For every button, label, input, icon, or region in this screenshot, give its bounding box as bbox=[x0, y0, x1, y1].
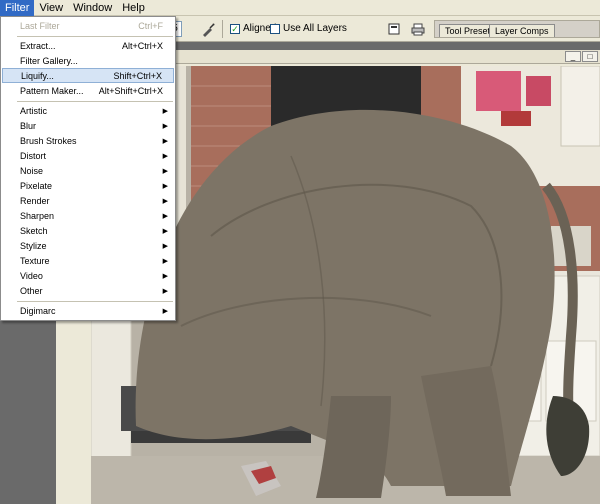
menu-item-label: Sharpen bbox=[20, 211, 55, 221]
submenu-arrow-icon: ▶ bbox=[162, 273, 168, 280]
menu-item-render[interactable]: Render ▶ bbox=[2, 194, 174, 209]
menu-item-label: Extract... bbox=[20, 41, 56, 51]
palette-well: Tool Presets Layer Comps bbox=[434, 20, 600, 38]
submenu-arrow-icon: ▶ bbox=[162, 243, 168, 250]
menu-item-texture[interactable]: Texture ▶ bbox=[2, 254, 174, 269]
menu-item-label: Blur bbox=[20, 121, 37, 131]
menu-item-sharpen[interactable]: Sharpen ▶ bbox=[2, 209, 174, 224]
menu-item-label: Stylize bbox=[20, 241, 47, 251]
printer-icon bbox=[411, 23, 425, 35]
menu-item-last-filter[interactable]: Last Filter Ctrl+F bbox=[2, 19, 174, 34]
menu-item-blur[interactable]: Blur ▶ bbox=[2, 119, 174, 134]
tab-layer-comps[interactable]: Layer Comps bbox=[489, 24, 555, 37]
menu-item-extract[interactable]: Extract... Alt+Ctrl+X bbox=[2, 39, 174, 54]
submenu-arrow-icon: ▶ bbox=[162, 198, 168, 205]
airbrush-icon bbox=[203, 23, 215, 37]
use-all-layers-box bbox=[270, 23, 280, 34]
menu-separator bbox=[17, 301, 173, 302]
menu-item-label: Filter Gallery... bbox=[20, 56, 78, 66]
menu-item-noise[interactable]: Noise ▶ bbox=[2, 164, 174, 179]
menu-item-liquify[interactable]: Liquify... Shift+Ctrl+X bbox=[2, 68, 174, 83]
menu-item-label: Distort bbox=[20, 151, 47, 161]
maximize-button[interactable]: □ bbox=[582, 51, 598, 62]
menu-item-brush-strokes[interactable]: Brush Strokes ▶ bbox=[2, 134, 174, 149]
airbrush-button[interactable] bbox=[199, 21, 217, 38]
use-all-layers-checkbox[interactable]: Use All Layers bbox=[270, 23, 347, 34]
menu-item-label: Pixelate bbox=[20, 181, 53, 191]
menu-item-label: Last Filter bbox=[20, 21, 60, 31]
menu-item-label: Sketch bbox=[20, 226, 48, 236]
options-separator bbox=[222, 20, 223, 38]
menu-item-label: Video bbox=[20, 271, 43, 281]
menu-item-digimarc[interactable]: Digimarc ▶ bbox=[2, 304, 174, 319]
submenu-arrow-icon: ▶ bbox=[162, 258, 168, 265]
menu-item-video[interactable]: Video ▶ bbox=[2, 269, 174, 284]
menu-window[interactable]: Window bbox=[68, 0, 117, 16]
menu-item-shortcut: Ctrl+F bbox=[138, 21, 163, 31]
menu-separator bbox=[17, 101, 173, 102]
menu-item-label: Artistic bbox=[20, 106, 47, 116]
submenu-arrow-icon: ▶ bbox=[162, 153, 168, 160]
menu-item-label: Pattern Maker... bbox=[20, 86, 84, 96]
menu-item-pixelate[interactable]: Pixelate ▶ bbox=[2, 179, 174, 194]
menu-item-filter-gallery[interactable]: Filter Gallery... bbox=[2, 54, 174, 69]
submenu-arrow-icon: ▶ bbox=[162, 228, 168, 235]
menu-item-shortcut: Alt+Ctrl+X bbox=[121, 41, 163, 51]
filter-menu: Last Filter Ctrl+F Extract... Alt+Ctrl+X… bbox=[0, 16, 176, 321]
menu-item-other[interactable]: Other ▶ bbox=[2, 284, 174, 299]
window-controls: _ □ bbox=[565, 51, 598, 62]
submenu-arrow-icon: ▶ bbox=[162, 213, 168, 220]
menu-item-label: Noise bbox=[20, 166, 44, 176]
submenu-arrow-icon: ▶ bbox=[162, 123, 168, 130]
menu-item-shortcut: Alt+Shift+Ctrl+X bbox=[98, 86, 163, 96]
menu-item-artistic[interactable]: Artistic ▶ bbox=[2, 104, 174, 119]
print-button[interactable] bbox=[409, 20, 427, 38]
menu-item-shortcut: Shift+Ctrl+X bbox=[113, 71, 162, 81]
submenu-arrow-icon: ▶ bbox=[162, 308, 168, 315]
submenu-arrow-icon: ▶ bbox=[162, 183, 168, 190]
menu-separator bbox=[17, 36, 173, 37]
submenu-arrow-icon: ▶ bbox=[162, 138, 168, 145]
menu-item-distort[interactable]: Distort ▶ bbox=[2, 149, 174, 164]
palette-icon bbox=[388, 23, 400, 35]
menu-bar: Filter View Window Help bbox=[0, 0, 600, 16]
menu-item-label: Digimarc bbox=[20, 306, 56, 316]
menu-help[interactable]: Help bbox=[117, 0, 150, 16]
menu-item-label: Texture bbox=[20, 256, 50, 266]
menu-item-stylize[interactable]: Stylize ▶ bbox=[2, 239, 174, 254]
menu-filter[interactable]: Filter bbox=[0, 0, 35, 16]
minimize-button[interactable]: _ bbox=[565, 51, 581, 62]
palette-toggle-button[interactable] bbox=[385, 20, 403, 38]
menu-item-label: Liquify... bbox=[21, 71, 54, 81]
submenu-arrow-icon: ▶ bbox=[162, 108, 168, 115]
menu-item-label: Render bbox=[20, 196, 50, 206]
submenu-arrow-icon: ▶ bbox=[162, 168, 168, 175]
menu-item-label: Brush Strokes bbox=[20, 136, 77, 146]
use-all-layers-label: Use All Layers bbox=[283, 23, 347, 34]
aligned-check-icon: ✓ bbox=[230, 23, 240, 34]
menu-view[interactable]: View bbox=[34, 0, 68, 16]
menu-item-sketch[interactable]: Sketch ▶ bbox=[2, 224, 174, 239]
menu-item-pattern-maker[interactable]: Pattern Maker... Alt+Shift+Ctrl+X bbox=[2, 84, 174, 99]
menu-item-label: Other bbox=[20, 286, 43, 296]
submenu-arrow-icon: ▶ bbox=[162, 288, 168, 295]
